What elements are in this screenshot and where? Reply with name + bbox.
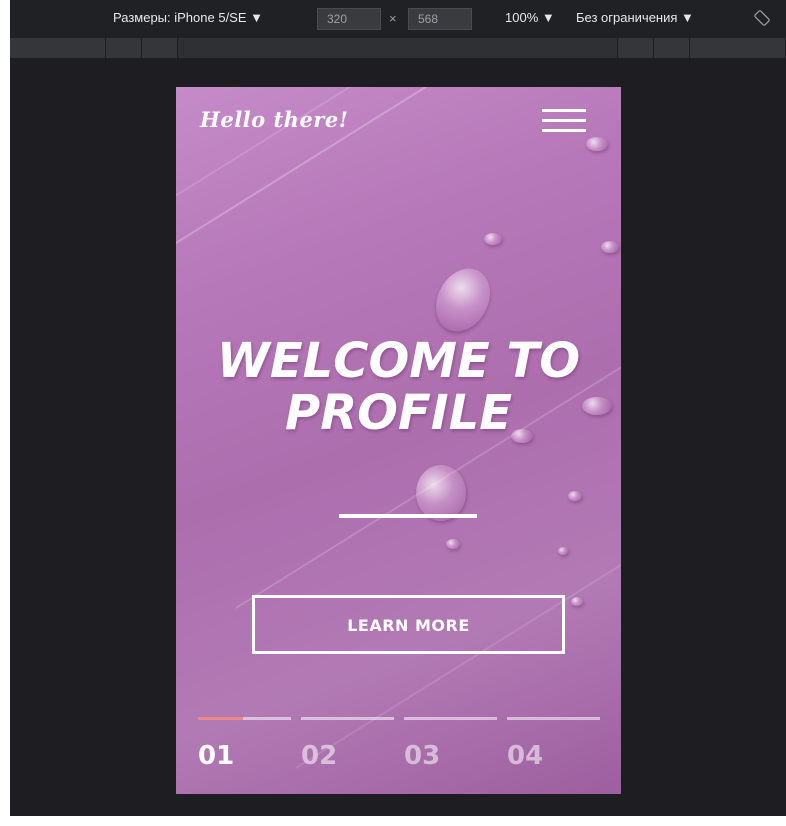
media-query-segment[interactable] bbox=[142, 38, 178, 58]
water-drop bbox=[416, 465, 466, 521]
slide-tab-01[interactable]: 01 bbox=[198, 715, 291, 775]
media-query-segment[interactable] bbox=[618, 38, 654, 58]
water-drop bbox=[484, 233, 502, 245]
hero-underline bbox=[339, 514, 477, 518]
device-viewport: Hello there! WELCOME TO PROFILE LEARN MO… bbox=[176, 87, 621, 794]
rotate-icon[interactable] bbox=[754, 10, 770, 26]
slide-bar bbox=[301, 717, 394, 720]
water-drop bbox=[586, 137, 608, 151]
media-query-bar bbox=[10, 38, 786, 58]
water-drop bbox=[446, 539, 460, 549]
zoom-dropdown[interactable]: 100% ▼ bbox=[505, 10, 555, 25]
hero-title: WELCOME TO PROFILE bbox=[176, 335, 621, 439]
site-logo[interactable]: Hello there! bbox=[200, 107, 348, 132]
hero-title-line-1: WELCOME TO bbox=[216, 333, 581, 389]
device-toolbar: Размеры: iPhone 5/SE ▼ × 100% ▼ Без огра… bbox=[10, 0, 786, 38]
slide-number: 02 bbox=[301, 741, 338, 771]
hamburger-menu-icon[interactable] bbox=[542, 109, 586, 135]
slide-number: 01 bbox=[198, 741, 235, 771]
slide-bar bbox=[507, 717, 600, 720]
screen: Размеры: iPhone 5/SE ▼ × 100% ▼ Без огра… bbox=[0, 0, 786, 826]
width-input[interactable] bbox=[317, 8, 381, 30]
water-drop bbox=[558, 547, 568, 555]
water-drop bbox=[601, 241, 619, 253]
slide-number: 03 bbox=[404, 741, 441, 771]
slide-progress bbox=[198, 717, 243, 720]
times-sign: × bbox=[389, 11, 397, 26]
water-drop bbox=[571, 597, 583, 606]
media-query-segment[interactable] bbox=[10, 38, 106, 58]
media-query-segment[interactable] bbox=[178, 38, 618, 58]
slide-bar bbox=[404, 717, 497, 720]
water-drop bbox=[568, 491, 582, 501]
hero-title-line-2: PROFILE bbox=[285, 385, 512, 441]
media-query-segment[interactable] bbox=[106, 38, 142, 58]
height-input[interactable] bbox=[408, 8, 472, 30]
media-query-segment[interactable] bbox=[690, 38, 786, 58]
learn-more-button[interactable]: LEARN MORE bbox=[252, 595, 565, 654]
throttling-dropdown[interactable]: Без ограничения ▼ bbox=[576, 10, 694, 25]
slide-tab-02[interactable]: 02 bbox=[301, 715, 394, 775]
media-query-segment[interactable] bbox=[654, 38, 690, 58]
device-dimensions-dropdown[interactable]: Размеры: iPhone 5/SE ▼ bbox=[113, 10, 263, 25]
slide-tab-04[interactable]: 04 bbox=[507, 715, 600, 775]
slide-tab-03[interactable]: 03 bbox=[404, 715, 497, 775]
devtools-device-emulation: Размеры: iPhone 5/SE ▼ × 100% ▼ Без огра… bbox=[10, 0, 786, 816]
light-streak bbox=[176, 87, 513, 209]
slide-number: 04 bbox=[507, 741, 544, 771]
water-drop bbox=[425, 259, 501, 341]
